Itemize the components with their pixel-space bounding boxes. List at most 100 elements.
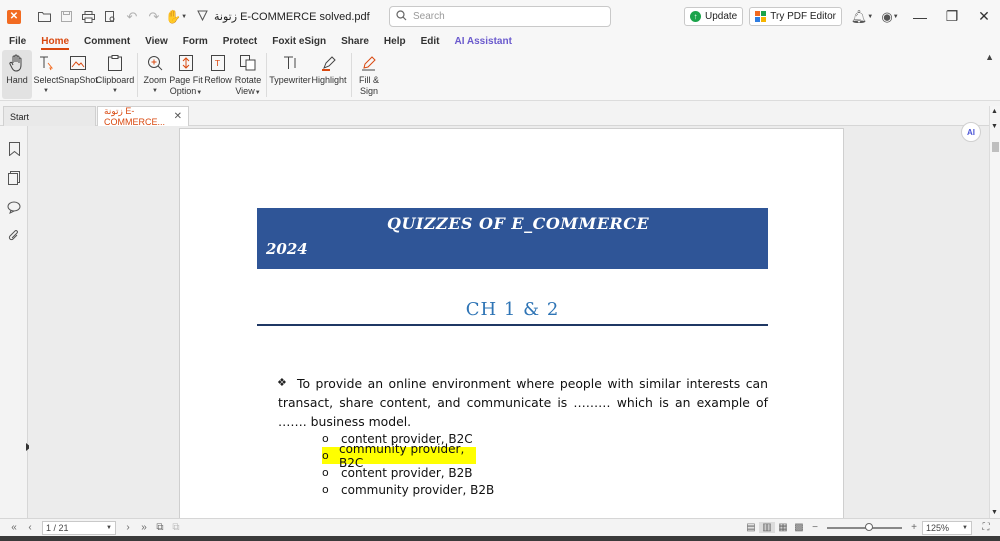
minimize-icon[interactable]: — (904, 9, 936, 25)
fill-sign-button[interactable]: Fill & Sign (355, 50, 383, 99)
scroll-thumb[interactable] (992, 142, 999, 152)
fill-sign-pen-icon (359, 53, 379, 73)
restore-icon[interactable]: ❐ (936, 8, 968, 25)
reflow-button[interactable]: T Reflow (203, 50, 233, 99)
tab-view[interactable]: View (145, 33, 168, 50)
zoom-button[interactable]: Zoom ▼ (141, 50, 169, 99)
select-dropdown-icon[interactable]: ▼ (43, 86, 49, 97)
document-canvas[interactable]: QUIZZES OF E_COMMERCE 2024 CH 1 & 2 ❖ To… (29, 126, 989, 518)
clipboard-dropdown-icon[interactable]: ▼ (112, 86, 118, 97)
search-icon (396, 9, 407, 24)
next-page-icon[interactable]: › (120, 522, 136, 533)
zoom-dropdown-icon[interactable]: ▼ (152, 86, 158, 97)
rotate-label: Rotate (234, 75, 262, 85)
close-tab-icon[interactable]: ✕ (174, 111, 182, 122)
search-input[interactable] (413, 11, 593, 22)
single-page-view-icon[interactable]: ▤ (743, 522, 759, 533)
document-tabs: Start زتونة E-COMMERCE... ✕ ▼ (0, 101, 1000, 127)
typewriter-icon (280, 53, 300, 73)
page-fit-option-button[interactable]: Page Fit Option▼ (169, 50, 203, 99)
rotate-view-icon (238, 53, 258, 73)
zoom-slider[interactable] (827, 522, 902, 531)
save-icon[interactable] (55, 6, 77, 28)
tab-home[interactable]: Home (41, 33, 69, 50)
attachment-icon[interactable] (6, 228, 22, 244)
hand-tool-button[interactable]: Hand (2, 50, 32, 99)
option-item-highlighted: o community provider, B2C (322, 442, 476, 470)
select-label: Select (33, 75, 59, 85)
tab-help[interactable]: Help (384, 33, 406, 50)
previous-view-icon[interactable]: ⧉ (152, 522, 168, 533)
tab-protect[interactable]: Protect (223, 33, 257, 50)
snapshot-button[interactable]: SnapShot (58, 50, 98, 99)
highlight-button[interactable]: Highlight (310, 50, 348, 99)
facing-view-icon[interactable]: ▦ (775, 522, 791, 533)
zoom-slider-knob[interactable] (865, 522, 873, 531)
answer-options: o content provider, B2C o community prov… (322, 430, 494, 498)
print-preview-icon[interactable] (99, 6, 121, 28)
zoom-level-dropdown-icon[interactable]: ▼ (962, 525, 968, 531)
zoom-out-icon[interactable]: − (807, 522, 823, 533)
option-bullet-icon: o (322, 483, 329, 496)
zoom-in-icon[interactable]: + (906, 522, 922, 533)
tab-current-document[interactable]: زتونة E-COMMERCE... ✕ (97, 106, 189, 127)
continuous-view-icon[interactable]: ▥ (759, 522, 775, 533)
page-number-field[interactable]: 1 / 21 ▼ (42, 520, 116, 535)
scroll-down-top-icon[interactable]: ▼ (991, 123, 998, 130)
update-button[interactable]: ↑ Update (684, 7, 744, 26)
pages-thumbnail-icon[interactable] (6, 170, 22, 186)
bookmark-icon[interactable] (6, 141, 22, 157)
tab-edit[interactable]: Edit (421, 33, 440, 50)
try-pdf-editor-button[interactable]: Try PDF Editor (749, 7, 842, 26)
ribbon-collapse-icon[interactable]: ▲ (985, 52, 994, 62)
tab-start[interactable]: Start (3, 106, 96, 126)
option-text: community provider, B2B (341, 482, 495, 497)
highlight-label: Highlight (311, 75, 347, 85)
first-page-icon[interactable]: « (6, 522, 22, 533)
last-page-icon[interactable]: » (136, 522, 152, 533)
select-tool-button[interactable]: Select ▼ (32, 50, 60, 99)
page-fit-option-label: Option▼ (169, 86, 203, 96)
scroll-down-icon[interactable]: ▼ (991, 509, 998, 516)
chapter-underline (257, 324, 768, 326)
open-folder-icon[interactable] (33, 6, 55, 28)
tab-file[interactable]: File (9, 33, 26, 50)
continuous-facing-view-icon[interactable]: ▩ (791, 522, 807, 533)
apps-grid-icon (755, 11, 767, 22)
taskbar-strip (0, 536, 1000, 541)
select-text-icon (36, 53, 56, 73)
zoom-label: Zoom (143, 75, 167, 85)
typewriter-button[interactable]: Typewriter (269, 50, 311, 99)
option-bullet-icon: o (322, 466, 329, 479)
notification-bell-icon[interactable]: 🔔︎ ▼ (848, 6, 876, 28)
clipboard-label: Clipboard (95, 75, 135, 85)
option-bullet-icon: o (322, 449, 329, 462)
menu-tabs: File Home Comment View Form Protect Foxi… (0, 33, 1000, 50)
tab-form[interactable]: Form (183, 33, 208, 50)
hand-tool-quick-icon[interactable]: ✋ ▼ (165, 6, 187, 28)
vertical-scrollbar[interactable]: ▲ ▼ ▼ (989, 106, 1000, 518)
tab-comment[interactable]: Comment (84, 33, 130, 50)
close-window-icon[interactable]: ✕ (968, 8, 1000, 25)
redo-icon[interactable]: ↷ (143, 6, 165, 28)
ai-assistant-icon[interactable]: AI (961, 122, 981, 142)
account-icon[interactable]: ◉ ▼ (876, 6, 904, 28)
comments-icon[interactable] (6, 199, 22, 215)
scroll-up-icon[interactable]: ▲ (991, 108, 998, 115)
next-view-icon[interactable]: ⧉ (168, 522, 184, 533)
previous-page-icon[interactable]: ‹ (22, 522, 38, 533)
clipboard-button[interactable]: Clipboard ▼ (96, 50, 134, 99)
tab-ai-assistant[interactable]: AI Assistant (454, 33, 511, 50)
zoom-level-field[interactable]: 125% ▼ (922, 520, 972, 535)
tab-foxit-esign[interactable]: Foxit eSign (272, 33, 326, 50)
fill-sign-label-2: Sign (359, 86, 378, 96)
page-dropdown-icon[interactable]: ▼ (106, 525, 112, 531)
undo-icon[interactable]: ↶ (121, 6, 143, 28)
try-pdf-editor-label: Try PDF Editor (770, 11, 836, 22)
fullscreen-icon[interactable]: ⛶ (978, 522, 994, 533)
print-icon[interactable] (77, 6, 99, 28)
snapshot-icon (68, 53, 88, 73)
tab-share[interactable]: Share (341, 33, 369, 50)
search-box[interactable] (389, 6, 611, 27)
rotate-view-button[interactable]: Rotate View▼ (233, 50, 263, 99)
